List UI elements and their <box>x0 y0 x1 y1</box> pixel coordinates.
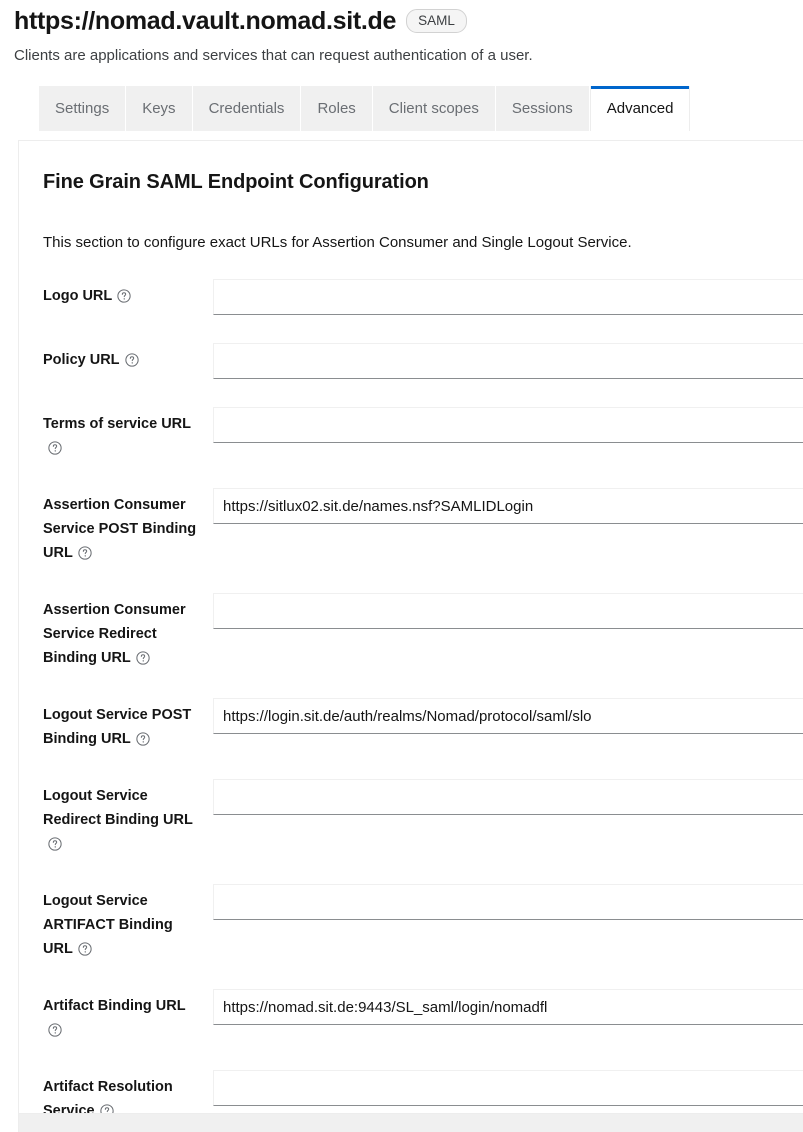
protocol-badge: SAML <box>406 9 467 33</box>
control-logout-service-artifact-binding-url <box>213 884 803 920</box>
section-title: Fine Grain SAML Endpoint Configuration <box>43 171 429 193</box>
help-circle-icon[interactable] <box>48 441 62 455</box>
input-logout-service-redirect-binding-url[interactable] <box>213 779 803 815</box>
control-assertion-consumer-service-post-binding-url <box>213 488 803 524</box>
input-policy-url[interactable] <box>213 343 803 379</box>
control-artifact-resolution-service <box>213 1070 803 1106</box>
input-artifact-resolution-service[interactable] <box>213 1070 803 1106</box>
label-text: Terms of service URL <box>43 416 192 432</box>
label-logout-service-artifact-binding-url: Logout Service ARTIFACT Binding URL <box>43 884 213 961</box>
tab-label: Credentials <box>208 100 285 117</box>
form-row-policy-url: Policy URL <box>43 343 803 379</box>
control-artifact-binding-url <box>213 989 803 1025</box>
label-text: Assertion Consumer Service Redirect Bind… <box>43 602 186 666</box>
page-header: https://nomad.vault.nomad.sit.de SAML Cl… <box>0 0 803 66</box>
tab-label: Keys <box>142 100 176 117</box>
control-logout-service-redirect-binding-url <box>213 779 803 815</box>
tab-roles[interactable]: Roles <box>301 86 373 131</box>
input-terms-of-service-url[interactable] <box>213 407 803 443</box>
input-logout-service-artifact-binding-url[interactable] <box>213 884 803 920</box>
input-logo-url[interactable] <box>213 279 803 315</box>
advanced-settings-card: Fine Grain SAML Endpoint Configuration T… <box>18 140 803 1132</box>
form-row-logout-service-artifact-binding-url: Logout Service ARTIFACT Binding URL <box>43 884 803 961</box>
control-logo-url <box>213 279 803 315</box>
input-assertion-consumer-service-redirect-binding-url[interactable] <box>213 593 803 629</box>
tab-bar: Settings Keys Credentials Roles Client scope… <box>38 86 803 131</box>
form-row-assertion-consumer-service-redirect-binding-url: Assertion Consumer Service Redirect Bind… <box>43 593 803 670</box>
help-circle-icon[interactable] <box>48 837 62 851</box>
title-row: https://nomad.vault.nomad.sit.de SAML <box>14 6 803 36</box>
form-row-logout-service-post-binding-url: Logout Service POST Binding URL <box>43 698 803 751</box>
label-logout-service-post-binding-url: Logout Service POST Binding URL <box>43 698 213 751</box>
help-circle-icon[interactable] <box>136 732 150 746</box>
tab-label: Client scopes <box>388 100 479 117</box>
help-circle-icon[interactable] <box>136 651 150 665</box>
tab-sessions[interactable]: Sessions <box>495 86 590 131</box>
tab-credentials[interactable]: Credentials <box>192 86 302 131</box>
card-footer <box>19 1113 803 1132</box>
tab-settings[interactable]: Settings <box>38 86 127 131</box>
input-artifact-binding-url[interactable] <box>213 989 803 1025</box>
tab-client-scopes[interactable]: Client scopes <box>372 86 496 131</box>
label-text: Artifact Binding URL <box>43 998 186 1014</box>
label-logo-url: Logo URL <box>43 279 213 308</box>
help-circle-icon[interactable] <box>78 942 92 956</box>
control-policy-url <box>213 343 803 379</box>
label-text: Policy URL <box>43 352 120 368</box>
control-assertion-consumer-service-redirect-binding-url <box>213 593 803 629</box>
label-text: Logout Service Redirect Binding URL <box>43 788 193 828</box>
control-logout-service-post-binding-url <box>213 698 803 734</box>
label-text: Assertion Consumer Service POST Binding … <box>43 497 197 561</box>
endpoint-form: Logo URL Policy URL Terms of service URL As… <box>43 279 803 1123</box>
tab-label: Settings <box>55 100 110 117</box>
form-row-assertion-consumer-service-post-binding-url: Assertion Consumer Service POST Binding … <box>43 488 803 565</box>
label-logout-service-redirect-binding-url: Logout Service Redirect Binding URL <box>43 779 213 856</box>
label-text: Logout Service POST Binding URL <box>43 707 192 747</box>
page-subtitle: Clients are applications and services th… <box>14 47 533 64</box>
control-terms-of-service-url <box>213 407 803 443</box>
label-artifact-binding-url: Artifact Binding URL <box>43 989 213 1042</box>
tab-label: Sessions <box>511 100 573 117</box>
tab-advanced[interactable]: Advanced <box>589 86 691 131</box>
section-description: This section to configure exact URLs for… <box>43 234 632 251</box>
help-circle-icon[interactable] <box>124 353 139 367</box>
tab-label: Advanced <box>606 100 674 117</box>
tab-label: Roles <box>317 100 356 117</box>
help-circle-icon[interactable] <box>117 289 131 303</box>
help-circle-icon[interactable] <box>78 546 92 560</box>
page-title: https://nomad.vault.nomad.sit.de <box>14 7 397 35</box>
label-text: Logo URL <box>43 288 113 304</box>
card-inner: Fine Grain SAML Endpoint Configuration T… <box>19 141 803 1123</box>
help-circle-icon[interactable] <box>48 1023 62 1037</box>
label-assertion-consumer-service-post-binding-url: Assertion Consumer Service POST Binding … <box>43 488 213 565</box>
form-row-terms-of-service-url: Terms of service URL <box>43 407 803 460</box>
label-text: Logout Service ARTIFACT Binding URL <box>43 893 173 957</box>
form-row-logout-service-redirect-binding-url: Logout Service Redirect Binding URL <box>43 779 803 856</box>
label-assertion-consumer-service-redirect-binding-url: Assertion Consumer Service Redirect Bind… <box>43 593 213 670</box>
label-terms-of-service-url: Terms of service URL <box>43 407 213 460</box>
form-row-logo-url: Logo URL <box>43 279 803 315</box>
form-row-artifact-binding-url: Artifact Binding URL <box>43 989 803 1042</box>
input-assertion-consumer-service-post-binding-url[interactable] <box>213 488 803 524</box>
label-policy-url: Policy URL <box>43 343 213 372</box>
input-logout-service-post-binding-url[interactable] <box>213 698 803 734</box>
tab-keys[interactable]: Keys <box>126 86 193 131</box>
